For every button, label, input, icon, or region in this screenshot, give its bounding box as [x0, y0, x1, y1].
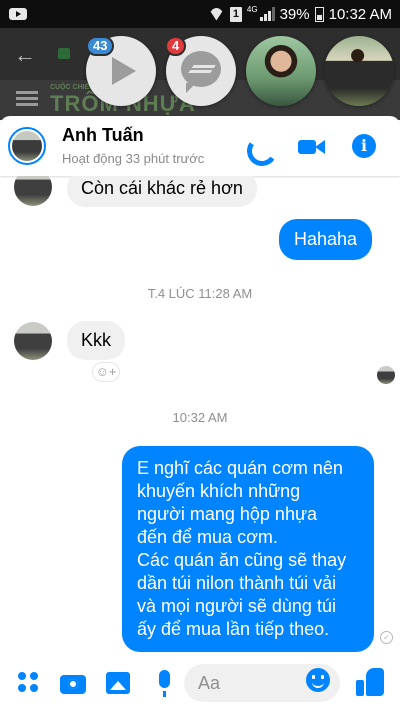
emoji-icon[interactable]	[306, 668, 330, 692]
contact-chat-head-2[interactable]	[324, 36, 394, 106]
sent-message[interactable]: E nghĩ các quán cơm nên khuyến khích nhữ…	[122, 446, 374, 652]
seen-avatar	[377, 366, 395, 384]
message-line: đến để mua cơm.	[137, 527, 278, 547]
contact-chat-head-1[interactable]	[246, 36, 316, 106]
message-line: Các quán ăn cũng sẽ thay	[137, 550, 347, 570]
youtube-icon	[9, 8, 27, 20]
add-reaction-button[interactable]: ☺+	[92, 362, 120, 382]
sender-avatar[interactable]	[14, 322, 52, 360]
more-icon[interactable]	[16, 670, 44, 696]
battery-icon	[314, 6, 324, 22]
timestamp: 10:32 AM	[172, 410, 228, 425]
message-input-placeholder: Aa	[198, 673, 221, 693]
sim-slot: 1	[229, 6, 242, 22]
message-line: E nghĩ các quán cơm nên	[137, 458, 343, 478]
signal-icon	[259, 7, 275, 21]
message-line: và mọi người sẽ dùng túi	[137, 596, 336, 616]
info-icon[interactable]: i	[352, 134, 376, 158]
video-call-icon[interactable]	[298, 134, 325, 160]
network-type: 4G	[246, 5, 258, 14]
wifi-icon	[208, 8, 225, 21]
lock-icon	[58, 48, 70, 59]
contact-avatar[interactable]	[8, 127, 46, 165]
message-line: khuyến khích những	[137, 481, 301, 501]
sender-avatar[interactable]	[14, 176, 52, 206]
message-line: người mang hộp nhựa	[137, 504, 318, 524]
status-bar: 1 4G 39% 10:32 AM	[0, 0, 400, 28]
menu-icon	[16, 97, 38, 100]
photo-icon[interactable]	[106, 670, 134, 696]
camera-icon[interactable]	[60, 670, 88, 696]
message-line: ấy để mua lần tiếp theo.	[137, 619, 330, 639]
timestamp: T.4 LÚC 11:28 AM	[147, 286, 253, 301]
received-message[interactable]: Kkk	[67, 321, 126, 360]
back-arrow-icon: ←	[14, 42, 36, 67]
active-status: Hoạt động 33 phút trước	[62, 151, 205, 166]
clock: 10:32 AM	[328, 5, 392, 23]
sent-check-icon: ✓	[380, 631, 393, 644]
message-list[interactable]: Còn cái khác rẻ hơn Hahaha T.4 LÚC 11:28…	[0, 176, 400, 656]
received-message[interactable]: Còn cái khác rẻ hơn	[67, 176, 257, 207]
message-line: dần túi nilon thành túi vải	[137, 573, 337, 593]
video-unread-badge: 43	[86, 36, 115, 56]
phone-icon[interactable]	[245, 134, 271, 160]
conversation-header: Anh Tuấn Hoạt động 33 phút trước i	[0, 116, 400, 176]
like-icon[interactable]	[356, 666, 386, 698]
battery-percent: 39%	[279, 5, 310, 23]
messenger-unread-badge: 4	[165, 36, 187, 56]
sent-message[interactable]: Hahaha	[279, 219, 373, 260]
message-composer: Aa	[0, 656, 400, 711]
mic-icon[interactable]	[151, 670, 179, 697]
contact-name[interactable]: Anh Tuấn	[62, 125, 144, 146]
